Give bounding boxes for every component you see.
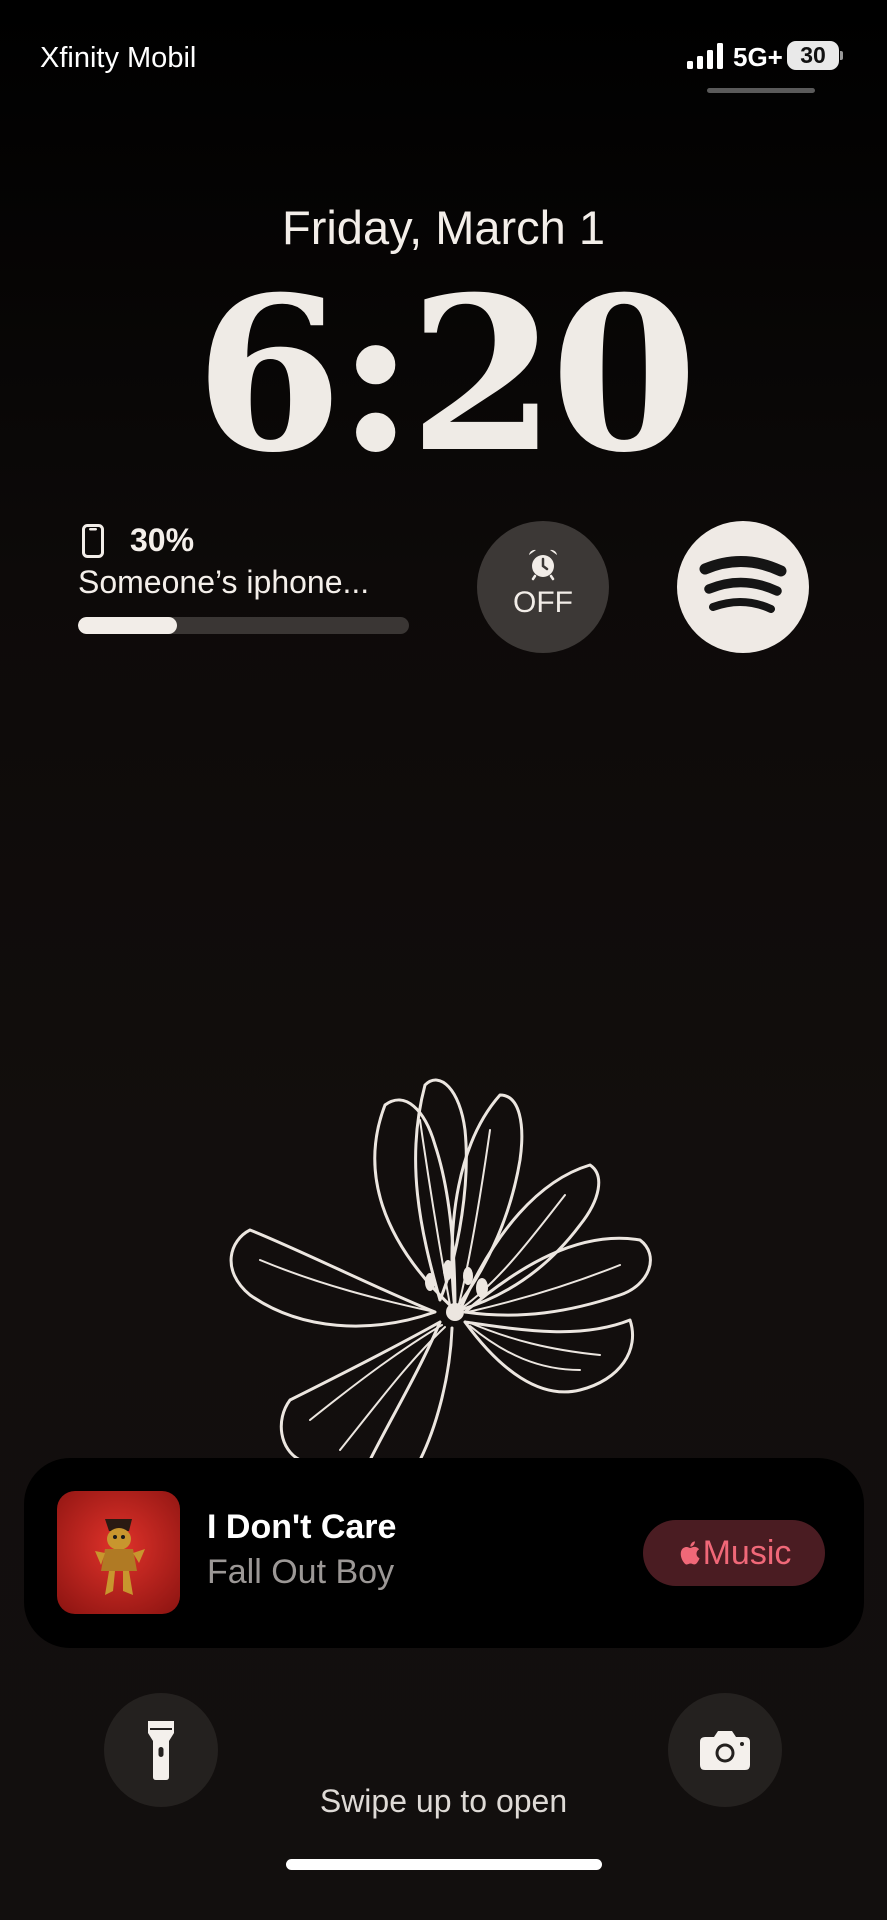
apple-music-button[interactable]: Music: [643, 1520, 825, 1586]
flashlight-icon: [148, 1721, 174, 1780]
album-artwork[interactable]: [57, 1491, 180, 1614]
device-battery-bar: [78, 617, 409, 634]
album-cover-image: [57, 1491, 180, 1614]
device-name: Someone’s iphone...: [78, 564, 370, 600]
network-type: 5G+: [733, 42, 783, 72]
spotify-icon: [699, 555, 787, 613]
flower-wallpaper-illustration: [229, 1078, 652, 1460]
alarm-clock-icon: [529, 549, 557, 581]
carrier-name: Xfinity Mobile: [40, 42, 195, 74]
lock-screen-date: Friday, March 1: [282, 201, 605, 254]
swipe-up-hint: Swipe up to open: [319, 1783, 568, 1819]
battery-icon: 30: [787, 41, 843, 70]
track-artist: Fall Out Boy: [207, 1553, 395, 1591]
spotify-widget[interactable]: [677, 521, 809, 653]
battery-level-text: 30: [800, 42, 826, 68]
lock-screen-time: 6:20: [195, 250, 698, 499]
device-battery-fill: [78, 617, 178, 634]
cellular-signal-icon: [687, 43, 723, 69]
alarm-status-label: OFF: [513, 586, 573, 619]
track-title: I Don't Care: [207, 1508, 397, 1546]
apple-music-label: Music: [702, 1533, 792, 1572]
camera-icon: [700, 1731, 750, 1770]
control-center-indicator[interactable]: [707, 88, 815, 93]
home-indicator[interactable]: [286, 1859, 602, 1870]
iphone-icon: [82, 524, 104, 558]
apple-logo-icon: [680, 1541, 700, 1565]
alarm-widget[interactable]: OFF: [477, 521, 609, 653]
device-battery-percent: 30%: [130, 522, 195, 558]
